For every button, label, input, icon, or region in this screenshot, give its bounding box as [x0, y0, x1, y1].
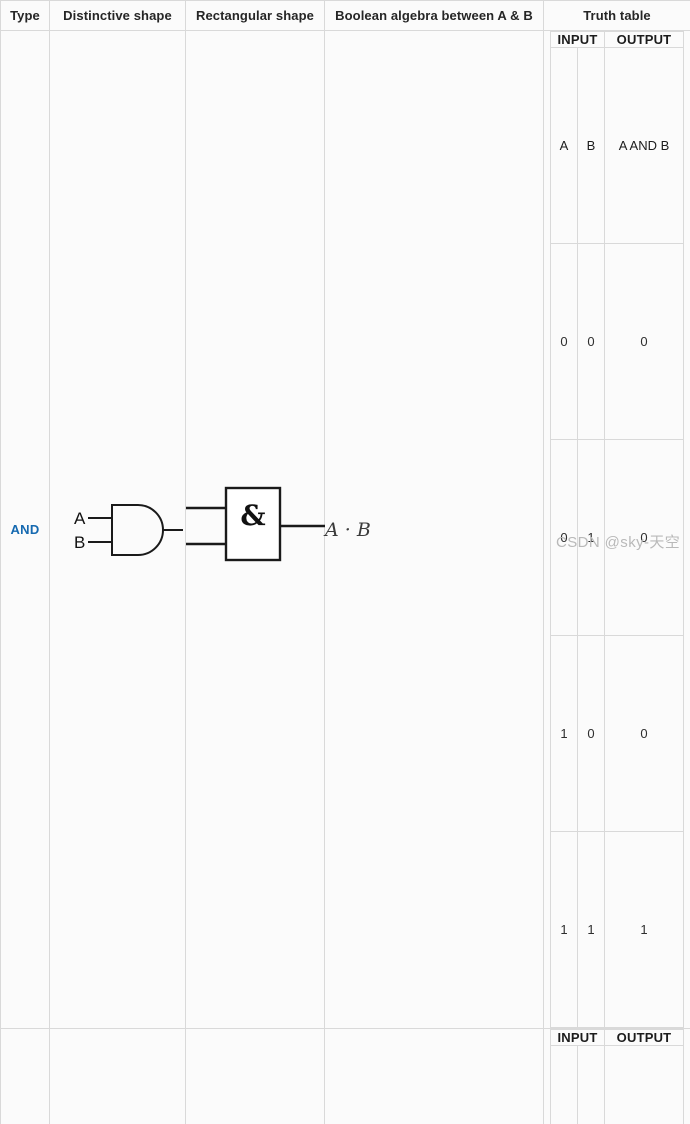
header-boolean: Boolean algebra between A & B: [325, 1, 544, 31]
and-gate-rectangular-icon: &: [186, 480, 325, 580]
truth-group-output: OUTPUT: [605, 1030, 684, 1046]
truth-cell-b: 1: [578, 440, 605, 636]
or-gate-distinctive-shape: A B: [50, 1029, 186, 1124]
header-truth-table: Truth table: [544, 1, 690, 31]
header-row: Type Distinctive shape Rectangular shape…: [1, 1, 690, 31]
boolean-expression-and: A · B: [325, 31, 544, 1029]
or-gate-rectangular-shape: ≥1: [186, 1029, 325, 1124]
header-rectangular: Rectangular shape: [186, 1, 325, 31]
and-gate-distinctive-icon: A B: [50, 490, 186, 570]
truth-data-row: 1 1 1: [551, 832, 684, 1028]
truth-col-a: A: [551, 48, 578, 244]
truth-data-row: 0 1 0: [551, 440, 684, 636]
truth-cell-out: 0: [605, 244, 684, 440]
truth-table-or: INPUT OUTPUT A B A OR B 0 0 0 0: [544, 1029, 690, 1124]
truth-data-row: 0 0 0: [551, 244, 684, 440]
truth-cell-a: 1: [551, 832, 578, 1028]
gate-type-or: OR: [1, 1029, 50, 1124]
truth-col-b: B: [578, 1046, 605, 1124]
truth-cell-a: 0: [551, 244, 578, 440]
truth-group-input: INPUT: [551, 32, 605, 48]
and-input-b-label: B: [74, 533, 85, 552]
truth-table-and: INPUT OUTPUT A B A AND B 0 0 0 0: [544, 31, 690, 1029]
gate-type-and: AND: [1, 31, 50, 1029]
truth-cell-a: 0: [551, 440, 578, 636]
truth-table: INPUT OUTPUT A B A OR B 0 0 0 0: [550, 1029, 684, 1124]
truth-data-row: 1 0 0: [551, 636, 684, 832]
truth-group-input: INPUT: [551, 1030, 605, 1046]
boolean-text: A · B: [325, 519, 371, 541]
truth-cell-out: 0: [605, 440, 684, 636]
truth-table: INPUT OUTPUT A B A AND B 0 0 0 0: [550, 31, 684, 1028]
header-type: Type: [1, 1, 50, 31]
truth-col-b: B: [578, 48, 605, 244]
truth-cell-b: 0: [578, 636, 605, 832]
truth-cell-a: 1: [551, 636, 578, 832]
truth-cell-b: 0: [578, 244, 605, 440]
logic-gates-table: Type Distinctive shape Rectangular shape…: [0, 0, 690, 1124]
truth-group-header-row: INPUT OUTPUT: [551, 32, 684, 48]
truth-group-output: OUTPUT: [605, 32, 684, 48]
table-header: Type Distinctive shape Rectangular shape…: [1, 1, 690, 31]
boolean-expression-or: A + B: [325, 1029, 544, 1124]
truth-column-header-row: A B A OR B: [551, 1046, 684, 1124]
and-rect-symbol: &: [240, 499, 265, 532]
header-distinctive: Distinctive shape: [50, 1, 186, 31]
and-gate-rectangular-shape: &: [186, 31, 325, 1029]
table-row: AND A B: [1, 31, 690, 1029]
truth-col-a: A: [551, 1046, 578, 1124]
table-row: OR A B: [1, 1029, 690, 1124]
truth-column-header-row: A B A AND B: [551, 48, 684, 244]
truth-col-out: A OR B: [605, 1046, 684, 1124]
truth-cell-b: 1: [578, 832, 605, 1028]
and-gate-distinctive-shape: A B: [50, 31, 186, 1029]
and-input-a-label: A: [74, 509, 86, 528]
truth-cell-out: 0: [605, 636, 684, 832]
table-body: AND A B: [1, 31, 690, 1124]
truth-group-header-row: INPUT OUTPUT: [551, 1030, 684, 1046]
truth-cell-out: 1: [605, 832, 684, 1028]
truth-col-out: A AND B: [605, 48, 684, 244]
